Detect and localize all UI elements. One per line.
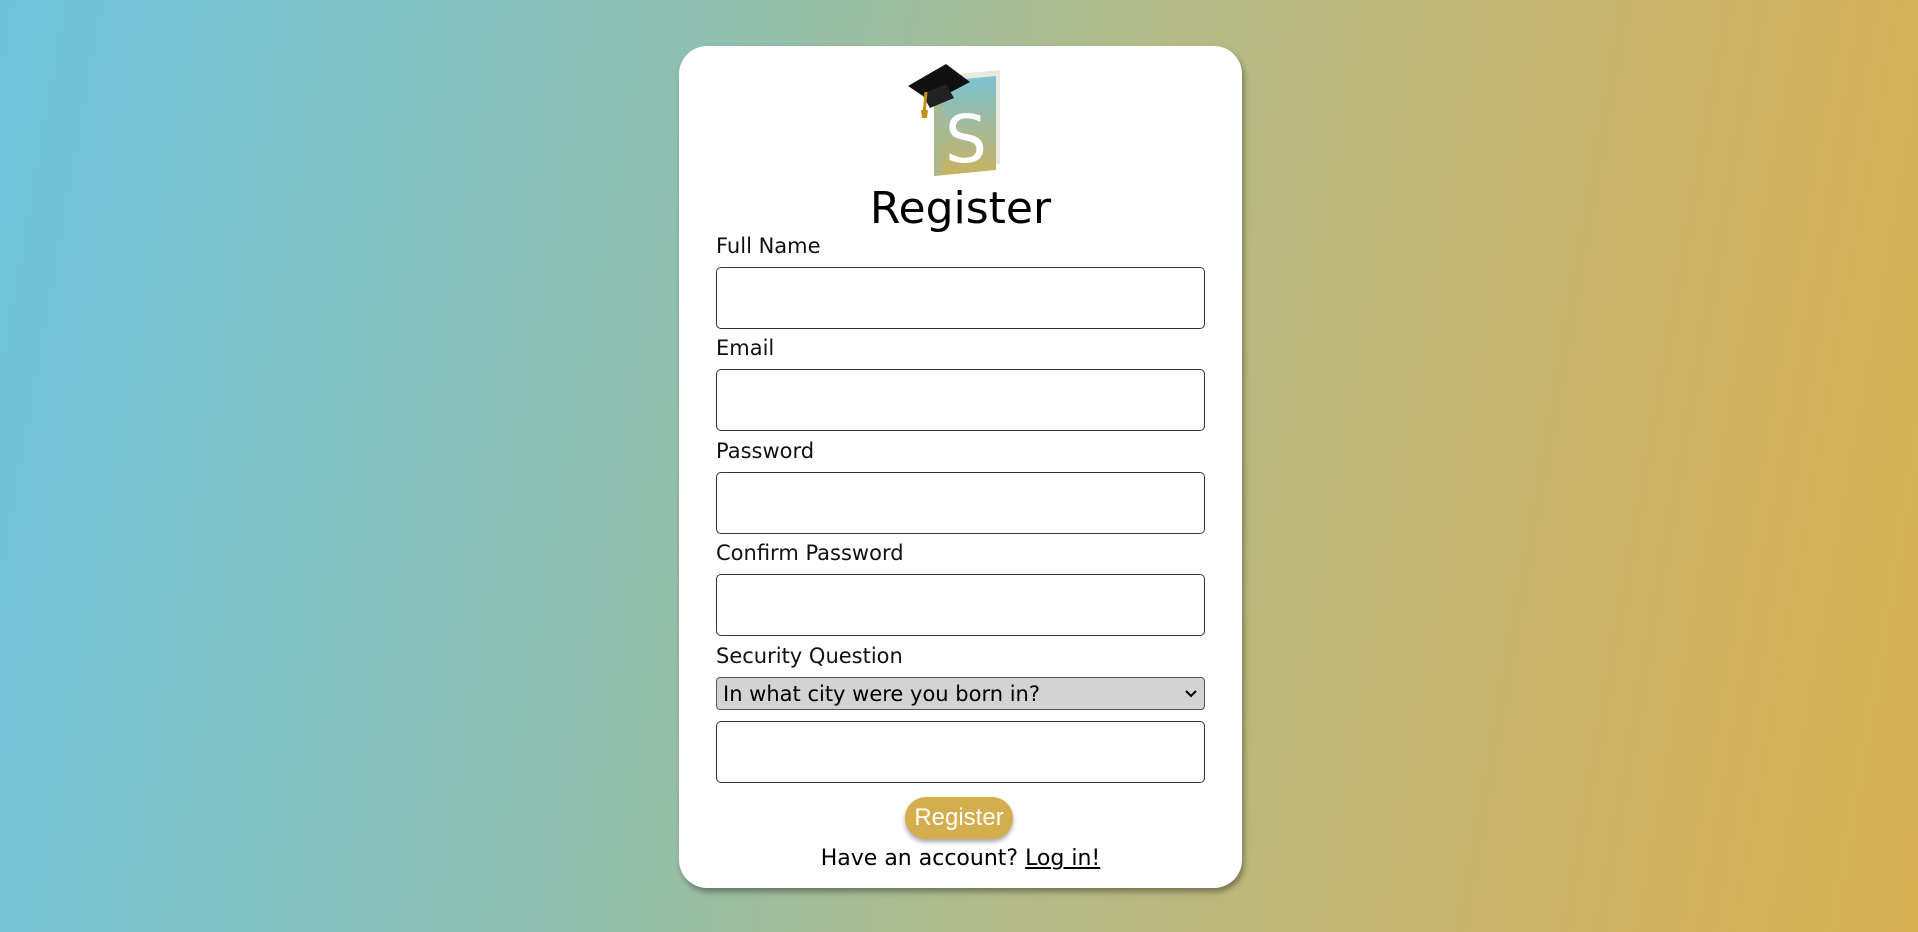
register-card: S Register Full Name Email Password Conf… (679, 46, 1242, 888)
login-prompt-text: Have an account? (820, 846, 1019, 871)
register-button[interactable]: Register (905, 797, 1013, 839)
email-label: Email (716, 336, 775, 360)
login-prompt: Have an account? Log in! (679, 846, 1242, 871)
security-question-selected: In what city were you born in? (723, 681, 1040, 706)
logo-letter: S (945, 101, 987, 178)
chevron-down-icon (1184, 687, 1198, 701)
login-link[interactable]: Log in! (1025, 846, 1100, 871)
full-name-label: Full Name (716, 234, 821, 258)
confirm-password-input[interactable] (716, 574, 1205, 636)
password-label: Password (716, 439, 815, 463)
page-title: Register (869, 183, 1052, 234)
confirm-password-label: Confirm Password (716, 541, 904, 565)
graduation-book-logo-icon: S (908, 64, 1000, 178)
security-answer-input[interactable] (716, 721, 1205, 783)
password-input[interactable] (716, 472, 1205, 534)
security-question-select[interactable]: In what city were you born in? (716, 677, 1205, 710)
full-name-input[interactable] (716, 267, 1205, 329)
email-input[interactable] (716, 369, 1205, 431)
security-question-label: Security Question (716, 644, 903, 668)
